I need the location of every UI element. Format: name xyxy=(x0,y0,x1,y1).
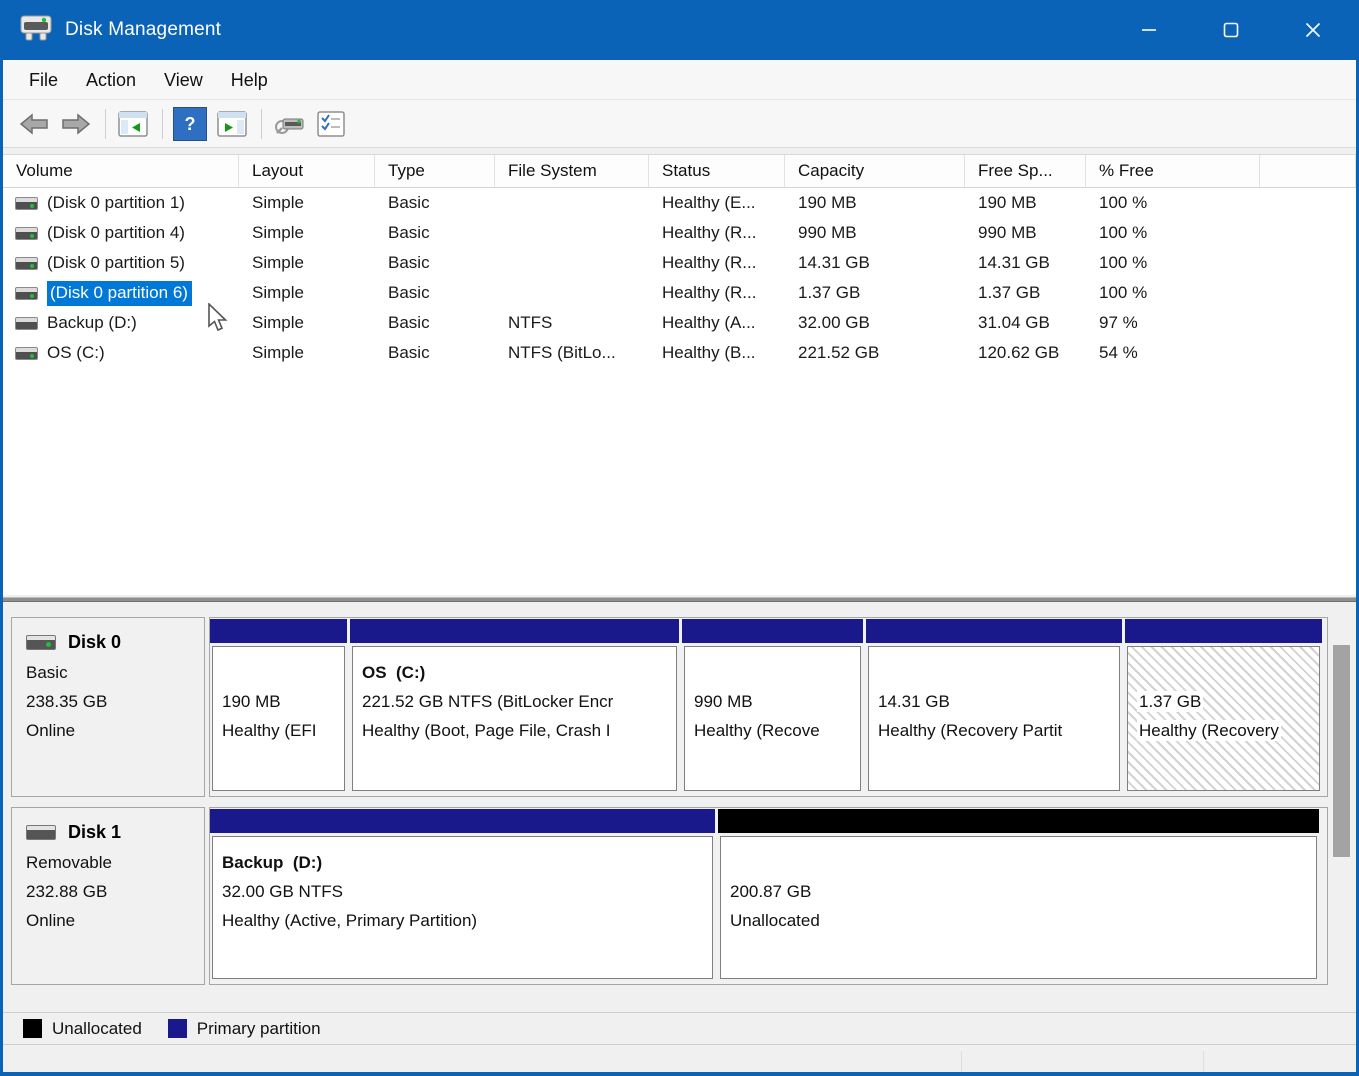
disk-1-row: Disk 1 Removable 232.88 GB Online Backup… xyxy=(11,807,1328,985)
disk-name: Disk 1 xyxy=(68,822,121,843)
volume-icon xyxy=(15,317,38,330)
disk-icon xyxy=(26,635,56,650)
volume-icon xyxy=(15,197,38,210)
action-pane-icon[interactable] xyxy=(215,107,249,141)
volume-icon xyxy=(15,347,38,360)
disk-1-label-panel[interactable]: Disk 1 Removable 232.88 GB Online xyxy=(11,807,205,985)
legend-bar: Unallocated Primary partition xyxy=(3,1012,1356,1044)
column-header-file-system[interactable]: File System xyxy=(495,155,649,187)
disk-size: 238.35 GB xyxy=(26,687,204,716)
disk-0-row: Disk 0 Basic 238.35 GB Online 190 MB Hea… xyxy=(11,617,1328,797)
partition-recovery-990mb[interactable]: 990 MB Healthy (Recove xyxy=(682,618,863,796)
scrollbar-thumb[interactable] xyxy=(1333,645,1350,857)
partition-color-bar xyxy=(1125,619,1322,643)
partition-color-bar xyxy=(210,619,347,643)
back-icon[interactable] xyxy=(17,107,51,141)
statusbar-divider xyxy=(961,1051,962,1076)
status-bar xyxy=(3,1044,1356,1076)
disk-kind: Removable xyxy=(26,848,204,877)
volume-cell: (Disk 0 partition 6) xyxy=(3,281,239,306)
help-icon[interactable]: ? xyxy=(173,107,207,141)
partition-color-bar xyxy=(718,809,1319,833)
partition-color-bar xyxy=(350,619,679,643)
legend-unallocated: Unallocated xyxy=(23,1019,142,1039)
volume-cell: OS (C:) xyxy=(3,343,239,363)
graphical-view: Disk 0 Basic 238.35 GB Online 190 MB Hea… xyxy=(3,617,1356,1012)
volume-cell: (Disk 0 partition 4) xyxy=(3,223,239,243)
volume-cell: Backup (D:) xyxy=(3,313,239,333)
pane-splitter[interactable] xyxy=(3,597,1356,607)
table-row-selected[interactable]: (Disk 0 partition 6) Simple Basic Health… xyxy=(3,278,1356,308)
column-header-volume[interactable]: Volume xyxy=(3,155,239,187)
volume-list-header: Volume Layout Type File System Status Ca… xyxy=(3,155,1356,188)
maximize-icon[interactable] xyxy=(1206,0,1256,60)
menu-view[interactable]: View xyxy=(150,63,217,97)
disk-drive-icon xyxy=(19,13,53,48)
close-icon[interactable] xyxy=(1288,0,1338,60)
partition-unallocated[interactable]: 200.87 GB Unallocated xyxy=(718,808,1319,984)
title-bar: Disk Management xyxy=(3,0,1356,60)
statusbar-divider xyxy=(1203,1051,1204,1076)
disk-kind: Basic xyxy=(26,658,204,687)
disk-icon xyxy=(26,825,56,840)
disk-state: Online xyxy=(26,716,204,745)
partition-backup-d[interactable]: Backup (D:) 32.00 GB NTFS Healthy (Activ… xyxy=(210,808,715,984)
column-header-type[interactable]: Type xyxy=(375,155,495,187)
table-row[interactable]: (Disk 0 partition 4) Simple Basic Health… xyxy=(3,218,1356,248)
toolbar-divider xyxy=(105,109,106,139)
console-tree-icon[interactable] xyxy=(116,107,150,141)
partition-color-bar xyxy=(682,619,863,643)
partition-recovery-1gb-selected[interactable]: 1.37 GB Healthy (Recovery xyxy=(1125,618,1322,796)
volume-icon xyxy=(15,257,38,270)
window-title: Disk Management xyxy=(65,19,221,41)
volume-icon xyxy=(15,287,38,300)
column-header-pct-free[interactable]: % Free xyxy=(1086,155,1260,187)
legend-primary-partition: Primary partition xyxy=(168,1019,321,1039)
disk-0-partitions: 190 MB Healthy (EFI OS (C:) 221.52 GB NT… xyxy=(209,617,1328,797)
column-header-layout[interactable]: Layout xyxy=(239,155,375,187)
table-row[interactable]: (Disk 0 partition 1) Simple Basic Health… xyxy=(3,188,1356,218)
table-row[interactable]: (Disk 0 partition 5) Simple Basic Health… xyxy=(3,248,1356,278)
checklist-icon[interactable] xyxy=(314,107,348,141)
svg-text:?: ? xyxy=(185,114,196,134)
partition-os-c[interactable]: OS (C:) 221.52 GB NTFS (BitLocker Encr H… xyxy=(350,618,679,796)
column-header-status[interactable]: Status xyxy=(649,155,785,187)
disk-scan-icon[interactable] xyxy=(272,107,306,141)
partition-efi[interactable]: 190 MB Healthy (EFI xyxy=(210,618,347,796)
unallocated-swatch xyxy=(23,1019,42,1038)
menu-action[interactable]: Action xyxy=(72,63,150,97)
disk-0-label-panel[interactable]: Disk 0 Basic 238.35 GB Online xyxy=(11,617,205,797)
partition-color-bar xyxy=(210,809,715,833)
menu-file[interactable]: File xyxy=(15,63,72,97)
forward-icon[interactable] xyxy=(59,107,93,141)
menu-bar: File Action View Help xyxy=(3,60,1356,100)
volume-list: Volume Layout Type File System Status Ca… xyxy=(3,154,1356,595)
disk-state: Online xyxy=(26,906,204,935)
toolbar-divider xyxy=(162,109,163,139)
toolbar-divider xyxy=(261,109,262,139)
disk-name: Disk 0 xyxy=(68,632,121,653)
disk-1-partitions: Backup (D:) 32.00 GB NTFS Healthy (Activ… xyxy=(209,807,1328,985)
volume-cell: (Disk 0 partition 5) xyxy=(3,253,239,273)
minimize-icon[interactable] xyxy=(1124,0,1174,60)
volume-icon xyxy=(15,227,38,240)
disk-management-window: Disk Management File Action View Help xyxy=(0,0,1359,1076)
partition-recovery-14gb[interactable]: 14.31 GB Healthy (Recovery Partit xyxy=(866,618,1122,796)
primary-partition-swatch xyxy=(168,1019,187,1038)
table-row[interactable]: OS (C:) Simple Basic NTFS (BitLo... Heal… xyxy=(3,338,1356,368)
column-header-capacity[interactable]: Capacity xyxy=(785,155,965,187)
vertical-scrollbar[interactable] xyxy=(1333,621,1350,1007)
partition-color-bar xyxy=(866,619,1122,643)
column-header-filler xyxy=(1260,155,1356,187)
volume-cell: (Disk 0 partition 1) xyxy=(3,193,239,213)
disk-size: 232.88 GB xyxy=(26,877,204,906)
menu-help[interactable]: Help xyxy=(217,63,282,97)
selected-volume-label: (Disk 0 partition 6) xyxy=(47,281,192,306)
table-row[interactable]: Backup (D:) Simple Basic NTFS Healthy (A… xyxy=(3,308,1356,338)
column-header-free-space[interactable]: Free Sp... xyxy=(965,155,1086,187)
toolbar: ? xyxy=(3,100,1356,148)
